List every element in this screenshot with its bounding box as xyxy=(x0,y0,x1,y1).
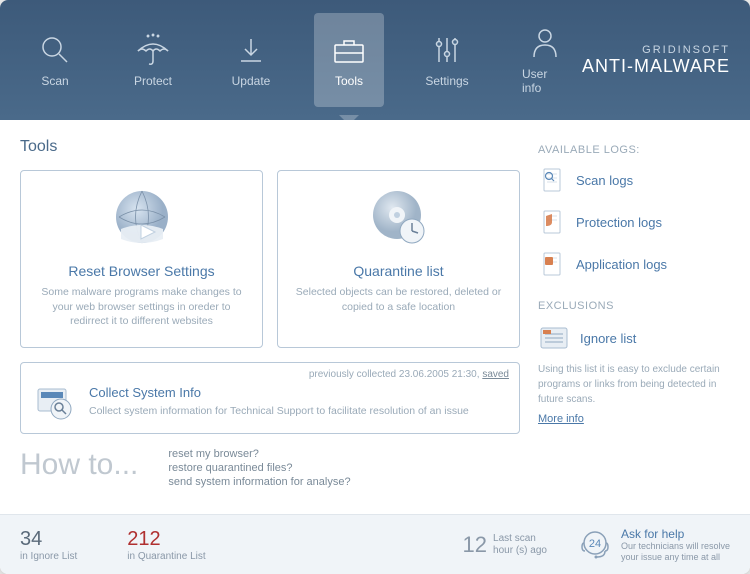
saved-link[interactable]: saved xyxy=(482,369,509,380)
disc-clock-icon xyxy=(292,185,505,255)
nav-scan[interactable]: Scan xyxy=(20,13,90,107)
more-info-link[interactable]: More info xyxy=(538,413,584,425)
nav-label: Settings xyxy=(425,74,468,88)
download-icon xyxy=(236,32,266,68)
brand-line1: GRIDINSOFT xyxy=(582,44,730,56)
stat-number: 12 xyxy=(463,532,487,558)
collect-system-info-card[interactable]: previously collected 23.06.2005 21:30, s… xyxy=(20,362,520,434)
svg-text:24: 24 xyxy=(589,538,601,550)
right-sidebar: AVAILABLE LOGS: Scan logs Protection log… xyxy=(520,138,730,514)
list-icon xyxy=(538,322,570,354)
main-nav: Scan Protect Update Tools Settings xyxy=(20,13,580,107)
stat-label: in Ignore List xyxy=(20,551,77,562)
card-title: Collect System Info xyxy=(89,385,505,400)
briefcase-icon xyxy=(332,32,366,68)
nav-userinfo[interactable]: User info xyxy=(510,13,580,107)
nav-label: User info xyxy=(522,67,568,95)
content-area: Tools Reset Browser Settings Some malwar… xyxy=(0,120,750,514)
doc-magnifier-icon xyxy=(538,166,566,194)
ignore-count-stat: 34 in Ignore List xyxy=(20,528,77,562)
nav-label: Protect xyxy=(134,74,172,88)
brand-line2: ANTI-MALWARE xyxy=(582,56,730,77)
stat-label: hour (s) ago xyxy=(493,545,547,557)
nav-update[interactable]: Update xyxy=(216,13,286,107)
user-icon xyxy=(531,25,559,61)
nav-settings[interactable]: Settings xyxy=(412,13,482,107)
app-header: Scan Protect Update Tools Settings xyxy=(0,0,750,120)
howto-link-reset[interactable]: reset my browser? xyxy=(168,448,350,460)
headset-24-icon: 24 xyxy=(577,527,613,563)
card-desc: Selected objects can be restored, delete… xyxy=(292,285,505,314)
ignore-list-item[interactable]: Ignore list xyxy=(538,322,730,354)
ask-desc-1: Our technicians will resolve xyxy=(621,541,730,552)
side-label: Application logs xyxy=(576,257,667,272)
side-label: Protection logs xyxy=(576,215,662,230)
meta-prefix: previously collected xyxy=(309,369,399,380)
doc-app-icon xyxy=(538,250,566,278)
howto-link-send[interactable]: send system information for analyse? xyxy=(168,476,350,488)
logs-list: Scan logs Protection logs Application lo… xyxy=(538,166,730,278)
nav-label: Scan xyxy=(41,74,68,88)
side-label lock: Scan logs xyxy=(576,173,633,188)
main-column: Tools Reset Browser Settings Some malwar… xyxy=(20,138,520,514)
collect-meta: previously collected 23.06.2005 21:30, s… xyxy=(309,369,509,380)
reset-browser-card[interactable]: Reset Browser Settings Some malware prog… xyxy=(20,170,263,348)
howto-link-restore[interactable]: restore quarantined files? xyxy=(168,462,350,474)
nav-protect[interactable]: Protect xyxy=(118,13,188,107)
stat-label: Last scan xyxy=(493,533,547,545)
ask-title: Ask for help xyxy=(621,527,730,541)
exclusions-desc: Using this list it is easy to exclude ce… xyxy=(538,362,730,407)
tool-cards-row: Reset Browser Settings Some malware prog… xyxy=(20,170,520,348)
stat-label: in Quarantine List xyxy=(127,551,205,562)
nav-tools[interactable]: Tools xyxy=(314,13,384,107)
nav-label: Update xyxy=(232,74,271,88)
card-desc: Some malware programs make changes to yo… xyxy=(35,285,248,329)
ask-desc-2: your issue any time at all xyxy=(621,552,730,563)
meta-date: 23.06.2005 21:30, xyxy=(399,369,482,380)
howto-section: How to... reset my browser? restore quar… xyxy=(20,448,520,496)
umbrella-icon xyxy=(136,32,170,68)
stat-number: 212 xyxy=(127,528,205,551)
protection-logs-item[interactable]: Protection logs xyxy=(538,208,730,236)
system-info-icon xyxy=(35,383,75,423)
magnifier-icon xyxy=(39,32,71,68)
howto-title: How to... xyxy=(20,448,138,482)
stat-number: 34 xyxy=(20,528,77,551)
side-label: Ignore list xyxy=(580,331,636,346)
logs-section-title: AVAILABLE LOGS: xyxy=(538,144,730,156)
howto-links: reset my browser? restore quarantined fi… xyxy=(168,448,350,488)
card-title: Reset Browser Settings xyxy=(35,263,248,279)
quarantine-count-stat: 212 in Quarantine List xyxy=(127,528,205,562)
nav-label: Tools xyxy=(335,74,363,88)
exclusions-section-title: EXCLUSIONS xyxy=(538,300,730,312)
globe-reset-icon xyxy=(35,185,248,255)
last-scan-stat: 12 Last scan hour (s) ago xyxy=(463,532,547,558)
card-desc: Collect system information for Technical… xyxy=(89,404,505,419)
scan-logs-item[interactable]: Scan logs xyxy=(538,166,730,194)
application-logs-item[interactable]: Application logs xyxy=(538,250,730,278)
sliders-icon xyxy=(433,32,461,68)
ask-for-help[interactable]: 24 Ask for help Our technicians will res… xyxy=(577,527,730,563)
brand-logo: GRIDINSOFT ANTI-MALWARE xyxy=(582,44,730,77)
page-title: Tools xyxy=(20,138,520,156)
doc-shield-icon xyxy=(538,208,566,236)
status-footer: 34 in Ignore List 212 in Quarantine List… xyxy=(0,514,750,574)
card-title: Quarantine list xyxy=(292,263,505,279)
quarantine-card[interactable]: Quarantine list Selected objects can be … xyxy=(277,170,520,348)
